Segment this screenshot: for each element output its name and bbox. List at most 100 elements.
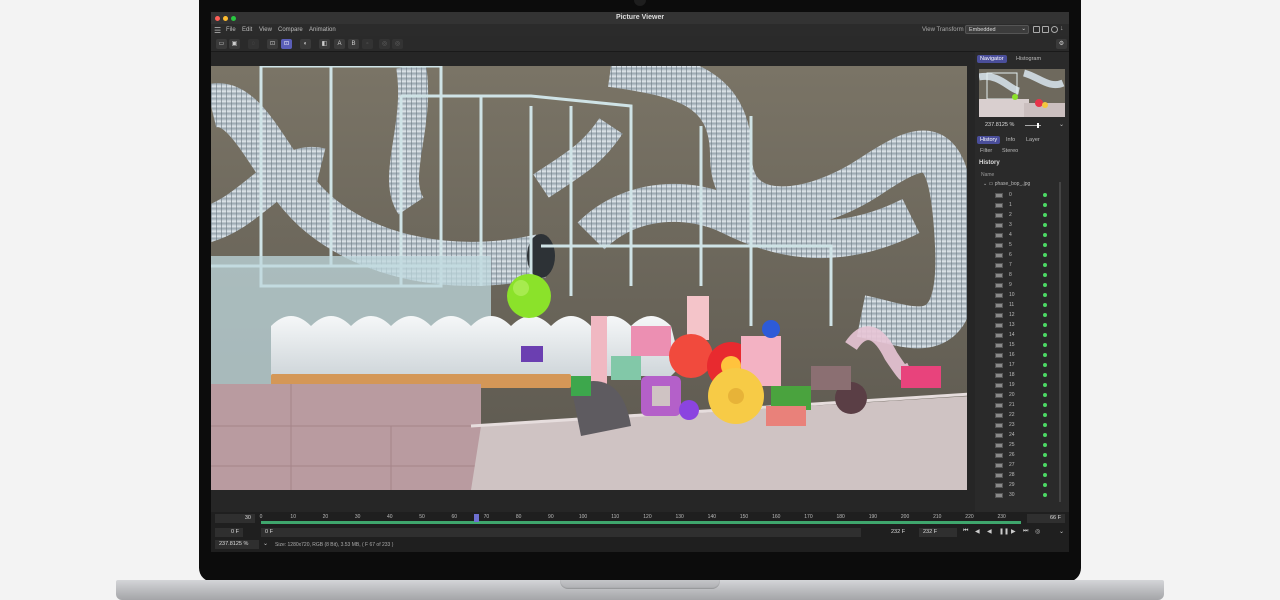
chevron-down-icon[interactable]: ⌄ <box>263 540 268 547</box>
status-dot-icon <box>1043 213 1047 217</box>
image-viewport[interactable] <box>211 66 967 490</box>
fps-field[interactable]: 30 <box>215 514 255 523</box>
history-row[interactable]: 8 <box>995 271 1065 281</box>
compare-icon[interactable]: ▫ <box>362 39 373 49</box>
expand-icon[interactable] <box>1042 26 1049 33</box>
history-row[interactable]: 24 <box>995 431 1065 441</box>
tab-stereo[interactable]: Stereo <box>999 147 1021 155</box>
skip-back-icon[interactable]: ⏮ <box>963 528 968 535</box>
status-dot-icon <box>1043 423 1047 427</box>
history-row[interactable]: 13 <box>995 321 1065 331</box>
history-row[interactable]: 23 <box>995 421 1065 431</box>
playhead[interactable] <box>474 514 479 522</box>
compare-b-button[interactable]: B <box>348 39 359 49</box>
frame-thumbnail-icon <box>995 323 1003 328</box>
history-scrollbar[interactable] <box>1059 182 1061 502</box>
history-row[interactable]: 21 <box>995 401 1065 411</box>
history-row-label: 0 <box>1009 192 1012 198</box>
history-row[interactable]: 27 <box>995 461 1065 471</box>
zoom-fit-icon[interactable]: ⊡ <box>267 39 278 49</box>
download-icon[interactable]: ↓ <box>1060 25 1067 32</box>
play-icon[interactable]: ▶ <box>1011 528 1016 535</box>
split-view-icon[interactable] <box>1033 26 1040 33</box>
timeline-tick: 210 <box>933 514 942 520</box>
circle-icon[interactable]: ◌ <box>248 39 259 49</box>
history-row[interactable]: 7 <box>995 261 1065 271</box>
zoom-region-icon[interactable]: ⊡ <box>281 39 292 49</box>
step-back-icon[interactable]: ◀ <box>975 528 980 535</box>
history-row[interactable]: 1 <box>995 201 1065 211</box>
history-row[interactable]: 16 <box>995 351 1065 361</box>
status-dot-icon <box>1043 363 1047 367</box>
hamburger-menu-icon[interactable]: ☰ <box>214 26 221 35</box>
history-row[interactable]: 9 <box>995 281 1065 291</box>
history-row[interactable]: 0 <box>995 191 1065 201</box>
current-frame-field[interactable]: 0 F <box>215 528 243 537</box>
contrast-icon[interactable]: ◐ <box>300 39 311 49</box>
tab-layer[interactable]: Layer <box>1023 136 1043 144</box>
open-folder-icon[interactable]: ▭ <box>216 39 227 49</box>
history-row[interactable]: 5 <box>995 241 1065 251</box>
tab-filter[interactable]: Filter <box>977 147 995 155</box>
history-row[interactable]: 11 <box>995 301 1065 311</box>
end-frame-field[interactable]: 66 F <box>1027 514 1065 523</box>
menu-file[interactable]: File <box>226 27 236 33</box>
chevron-down-icon[interactable]: ⌄ <box>1059 528 1064 535</box>
status-zoom-field[interactable]: 237.8125 % <box>215 540 259 549</box>
timeline-track[interactable] <box>261 521 1021 524</box>
history-row-label: 20 <box>1009 392 1015 398</box>
tab-histogram[interactable]: Histogram <box>1013 55 1044 63</box>
overlay-icon[interactable]: ◎ <box>392 39 403 49</box>
play-reverse-icon[interactable]: ◀ <box>987 528 992 535</box>
save-icon[interactable]: ▣ <box>229 39 240 49</box>
swap-icon[interactable]: ◎ <box>379 39 390 49</box>
history-row[interactable]: 26 <box>995 451 1065 461</box>
status-dot-icon <box>1043 453 1047 457</box>
history-row[interactable]: 29 <box>995 481 1065 491</box>
menu-view[interactable]: View <box>259 27 272 33</box>
history-row[interactable]: 12 <box>995 311 1065 321</box>
history-row[interactable]: 15 <box>995 341 1065 351</box>
history-row[interactable]: 25 <box>995 441 1065 451</box>
history-folder[interactable]: ⌄ ▭ phase_bop_.jpg <box>983 181 1030 187</box>
history-row[interactable]: 30 <box>995 491 1065 501</box>
frame-thumbnail-icon <box>995 283 1003 288</box>
history-row[interactable]: 28 <box>995 471 1065 481</box>
zoom-slider-handle[interactable] <box>1037 123 1039 128</box>
tab-history[interactable]: History <box>977 136 1001 144</box>
frame-thumbnail-icon <box>995 333 1003 338</box>
globe-icon[interactable] <box>1051 26 1058 33</box>
tab-info[interactable]: Info <box>1003 136 1018 144</box>
compare-a-button[interactable]: A <box>334 39 345 49</box>
menu-animation[interactable]: Animation <box>309 27 336 33</box>
history-row[interactable]: 20 <box>995 391 1065 401</box>
range-start-field[interactable]: 0 F <box>261 528 861 537</box>
history-row[interactable]: 6 <box>995 251 1065 261</box>
loop-icon[interactable]: ◎ <box>1035 528 1040 535</box>
pause-icon[interactable]: ❚❚ <box>999 528 1009 535</box>
history-row[interactable]: 4 <box>995 231 1065 241</box>
history-row[interactable]: 14 <box>995 331 1065 341</box>
history-row-label: 11 <box>1009 302 1015 308</box>
history-row[interactable]: 22 <box>995 411 1065 421</box>
history-row[interactable]: 17 <box>995 361 1065 371</box>
menu-compare[interactable]: Compare <box>278 27 303 33</box>
history-row[interactable]: 19 <box>995 381 1065 391</box>
chevron-down-icon[interactable]: ⌄ <box>1059 121 1064 128</box>
history-row[interactable]: 3 <box>995 221 1065 231</box>
settings-icon[interactable]: ⚙ <box>1056 39 1067 49</box>
status-dot-icon <box>1043 303 1047 307</box>
status-dot-icon <box>1043 203 1047 207</box>
menu-edit[interactable]: Edit <box>242 27 252 33</box>
frame-thumbnail-icon <box>995 243 1003 248</box>
navigator-thumbnail[interactable] <box>979 69 1065 117</box>
history-row[interactable]: 2 <box>995 211 1065 221</box>
history-row[interactable]: 10 <box>995 291 1065 301</box>
channel-icon[interactable]: ◧ <box>319 39 330 49</box>
tab-navigator[interactable]: Navigator <box>977 55 1007 63</box>
skip-forward-icon[interactable]: ⏭ <box>1023 528 1028 535</box>
view-transform-select[interactable]: Embedded ⌄ <box>965 25 1029 34</box>
range-end-field[interactable]: 232 F <box>919 528 957 537</box>
column-name-header: Name <box>981 172 995 178</box>
history-row[interactable]: 18 <box>995 371 1065 381</box>
